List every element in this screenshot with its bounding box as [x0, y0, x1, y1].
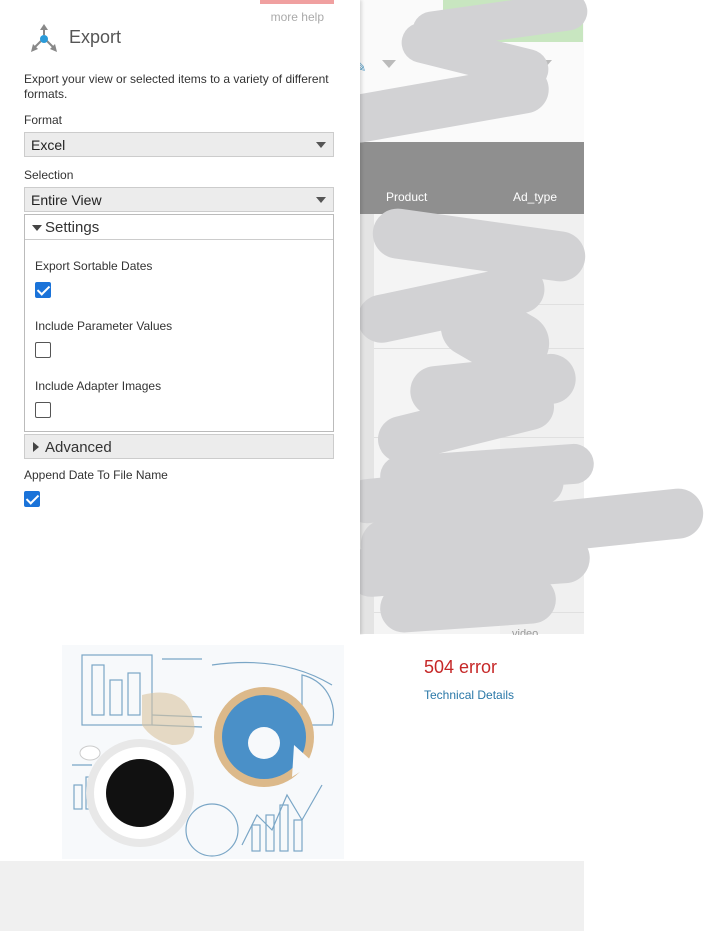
- caret-down-icon: [316, 197, 326, 203]
- export-icon: [31, 24, 57, 52]
- close-tab-accent[interactable]: [260, 0, 334, 4]
- format-value: Excel: [31, 137, 66, 153]
- selection-label: Selection: [24, 168, 74, 182]
- triangle-down-icon: [32, 225, 42, 231]
- selection-value: Entire View: [31, 192, 102, 208]
- export-panel: more help Export Export your view or sel…: [0, 0, 360, 635]
- error-title: 504 error: [424, 657, 498, 677]
- option-label-export-sortable-dates: Export Sortable Dates: [35, 259, 153, 273]
- checkbox-export-sortable-dates[interactable]: [35, 282, 51, 298]
- checkbox-include-adapter-images[interactable]: [35, 402, 51, 418]
- settings-header: Settings: [45, 219, 100, 236]
- caret-down-icon: [316, 142, 326, 148]
- advanced-label: Advanced: [45, 439, 112, 456]
- more-help-link[interactable]: more help: [271, 10, 324, 24]
- option-label-include-parameter-values: Include Parameter Values: [35, 319, 173, 333]
- advanced-toggle[interactable]: Advanced: [24, 434, 334, 459]
- option-label-include-adapter-images: Include Adapter Images: [35, 379, 162, 393]
- format-select[interactable]: Excel: [24, 132, 334, 157]
- coffee-donut-illustration: [62, 645, 344, 859]
- grid-header: Product Ad_type: [360, 142, 584, 214]
- footer-strip: [0, 861, 584, 931]
- checkbox-include-parameter-values[interactable]: [35, 342, 51, 358]
- settings-section: Settings Export Sortable Dates Include P…: [24, 214, 334, 432]
- panel-title: Export: [69, 27, 122, 47]
- format-label: Format: [24, 113, 63, 127]
- checkbox-append-date[interactable]: [24, 491, 40, 507]
- triangle-right-icon: [33, 442, 39, 452]
- settings-toggle[interactable]: Settings: [25, 215, 333, 240]
- append-date-label: Append Date To File Name: [24, 468, 168, 482]
- column-header-ad-type[interactable]: Ad_type: [513, 190, 557, 204]
- column-header-product[interactable]: Product: [386, 190, 427, 204]
- panel-description: Export your view or selected items to a …: [24, 72, 329, 101]
- selection-select[interactable]: Entire View: [24, 187, 334, 212]
- technical-details-link[interactable]: Technical Details: [424, 688, 514, 702]
